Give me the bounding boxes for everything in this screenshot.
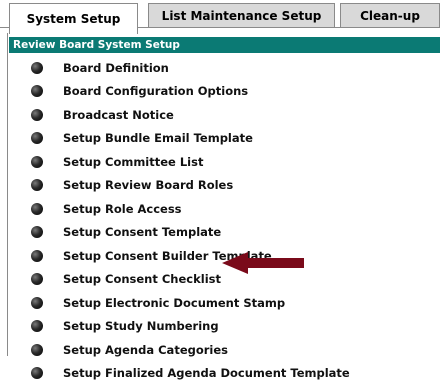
menu-item-setup-electronic-document-stamp[interactable]: Setup Electronic Document Stamp [0,291,440,315]
menu-item-setup-agenda-categories[interactable]: Setup Agenda Categories [0,338,440,362]
menu-item-setup-committee-list[interactable]: Setup Committee List [0,150,440,174]
left-arrow-icon [222,252,306,274]
menu-item-board-definition[interactable]: Board Definition [0,56,440,80]
bullet-icon [31,85,43,97]
menu-item-setup-consent-builder-template[interactable]: Setup Consent Builder Template [0,244,440,268]
tab-clean-up[interactable]: Clean-up [340,3,440,27]
menu-item-label[interactable]: Setup Finalized Agenda Document Template [63,366,350,380]
bullet-icon [31,320,43,332]
bullet-icon [31,62,43,74]
menu-item-label[interactable]: Setup Consent Checklist [63,272,221,286]
menu-item-label[interactable]: Setup Electronic Document Stamp [63,296,285,310]
menu-item-setup-role-access[interactable]: Setup Role Access [0,197,440,221]
menu-item-label[interactable]: Board Definition [63,61,169,75]
menu-item-label[interactable]: Setup Agenda Categories [63,343,228,357]
menu-item-label[interactable]: Setup Study Numbering [63,319,219,333]
menu-item-setup-study-numbering[interactable]: Setup Study Numbering [0,315,440,339]
bullet-icon [31,367,43,379]
menu-item-label[interactable]: Setup Review Board Roles [63,178,233,192]
panel-title: Review Board System Setup [9,37,440,53]
bullet-icon [31,156,43,168]
menu-item-label[interactable]: Broadcast Notice [63,108,174,122]
bullet-icon [31,203,43,215]
menu-item-label[interactable]: Setup Committee List [63,155,203,169]
bullet-icon [31,250,43,262]
menu-item-label[interactable]: Setup Bundle Email Template [63,131,253,145]
bullet-icon [31,179,43,191]
bullet-icon [31,273,43,285]
bullet-icon [31,109,43,121]
bullet-icon [31,297,43,309]
menu-item-setup-finalized-agenda-document-template[interactable]: Setup Finalized Agenda Document Template [0,362,440,385]
menu-item-label[interactable]: Setup Consent Template [63,225,221,239]
bullet-icon [31,132,43,144]
setup-menu: Board Definition Board Configuration Opt… [0,56,440,385]
menu-item-broadcast-notice[interactable]: Broadcast Notice [0,103,440,127]
menu-item-setup-bundle-email-template[interactable]: Setup Bundle Email Template [0,127,440,151]
bullet-icon [31,344,43,356]
menu-item-label[interactable]: Setup Role Access [63,202,182,216]
tab-system-setup[interactable]: System Setup [9,3,138,34]
menu-item-board-configuration-options[interactable]: Board Configuration Options [0,80,440,104]
menu-item-setup-review-board-roles[interactable]: Setup Review Board Roles [0,174,440,198]
bullet-icon [31,226,43,238]
menu-item-setup-consent-template[interactable]: Setup Consent Template [0,221,440,245]
menu-item-label[interactable]: Board Configuration Options [63,84,248,98]
tab-bar: System Setup List Maintenance Setup Clea… [0,0,440,34]
menu-item-setup-consent-checklist[interactable]: Setup Consent Checklist [0,268,440,292]
tab-list-maintenance-setup[interactable]: List Maintenance Setup [148,3,335,27]
